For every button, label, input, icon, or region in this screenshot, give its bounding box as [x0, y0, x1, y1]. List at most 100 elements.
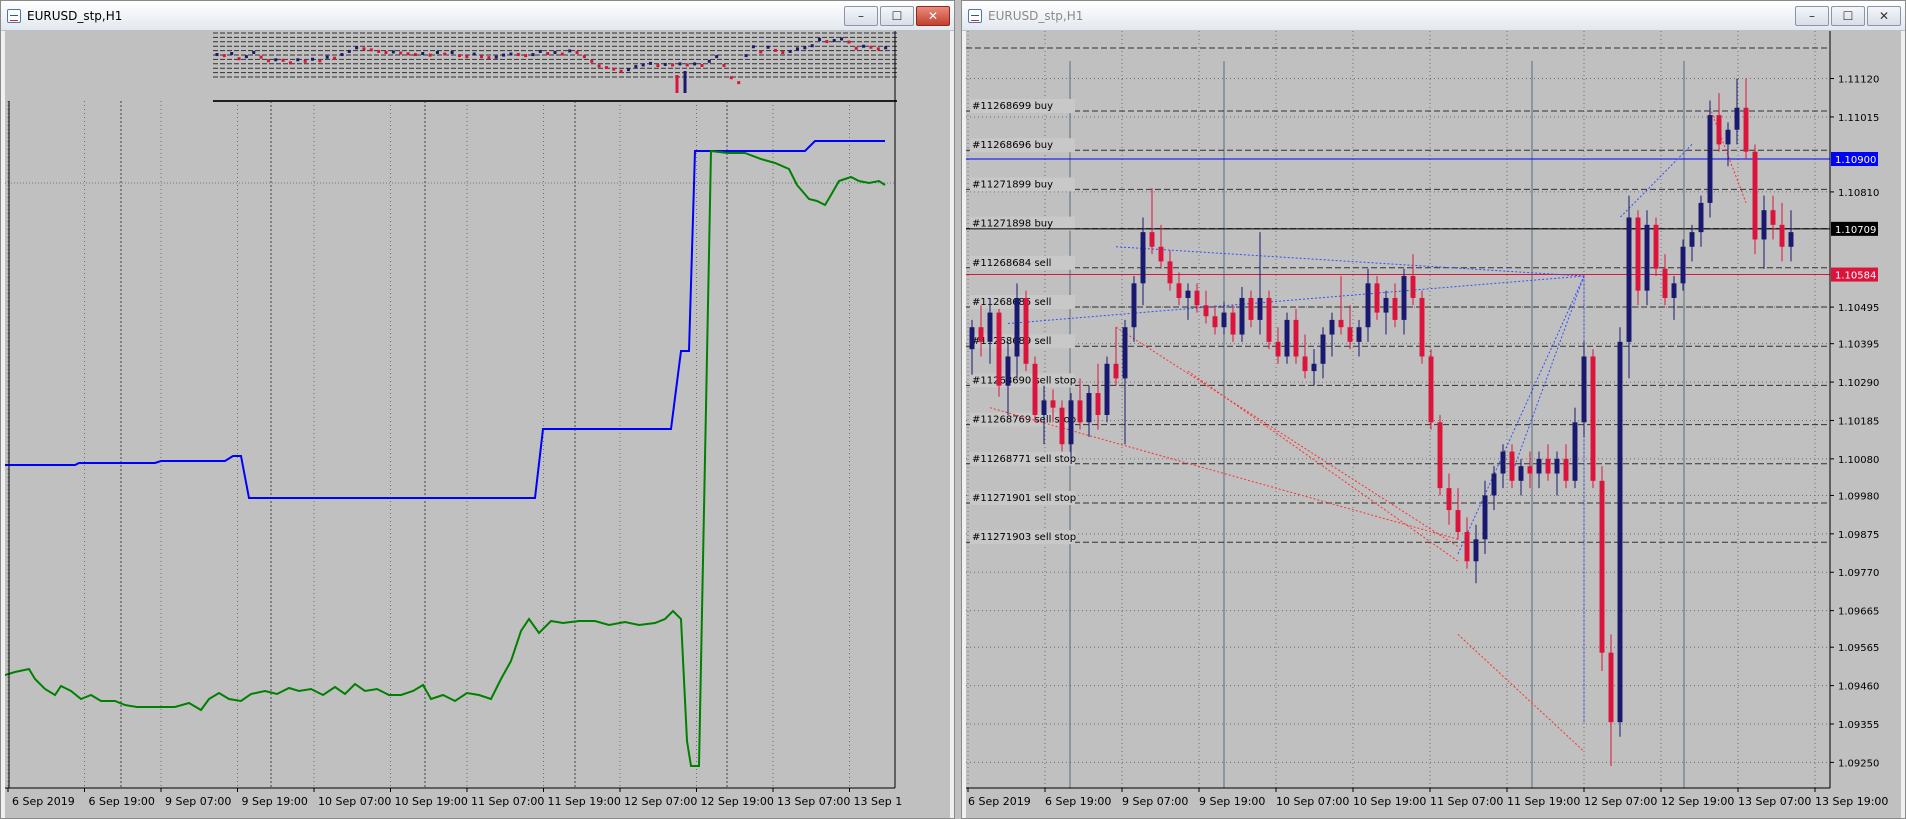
- mini-candle: [604, 66, 608, 70]
- mini-candle: [325, 55, 329, 59]
- bull-candle: [1500, 451, 1506, 474]
- right-chart-canvas[interactable]: 1.11120 1.11015 1.10810 1.10495 1.10395 1.102…: [966, 31, 1901, 818]
- bull-candle: [1311, 363, 1317, 372]
- bull-candle: [1473, 539, 1479, 562]
- mini-candle: [252, 50, 256, 54]
- mini-candle: [413, 53, 417, 57]
- right-chart-area[interactable]: 1.11120 1.11015 1.10810 1.10495 1.10395 1.102…: [966, 31, 1901, 818]
- price-axis-label: 1.09980: [1838, 491, 1879, 502]
- mini-chart-strip: [213, 31, 897, 81]
- time-axis-label: 6 Sep 2019: [12, 795, 75, 808]
- mini-candle: [626, 68, 630, 72]
- bull-candle: [1284, 319, 1290, 357]
- mini-candle: [869, 45, 873, 49]
- bull-candle: [1005, 356, 1011, 386]
- bear-candle: [1419, 297, 1425, 357]
- mini-candle: [384, 50, 388, 54]
- close-button[interactable]: ✕: [916, 6, 950, 26]
- mini-candle: [715, 55, 719, 59]
- time-axis-label: 12 Sep 19:00: [1661, 795, 1734, 808]
- price-axis-label: 1.10395: [1838, 340, 1879, 351]
- mini-candle: [259, 55, 263, 59]
- mini-candle: [575, 50, 579, 54]
- left-window-titlebar[interactable]: EURUSD_stp,H1 – ☐ ✕: [1, 1, 954, 31]
- price-axis-label: 1.09770: [1838, 568, 1879, 579]
- mini-candle: [744, 54, 748, 58]
- mini-candle: [612, 67, 616, 71]
- bull-candle: [1239, 297, 1245, 335]
- bull-candle: [1617, 341, 1623, 723]
- mini-candle: [582, 55, 586, 59]
- time-axis-label: 11 Sep 07:00: [1430, 795, 1503, 808]
- bear-candle: [1410, 276, 1416, 298]
- mini-candle: [465, 55, 469, 59]
- bull-candle: [1320, 334, 1326, 364]
- bull-candle: [1644, 224, 1650, 291]
- mini-candle: [494, 55, 498, 59]
- trade-link-line: [1619, 144, 1693, 218]
- mini-candle: [421, 52, 425, 56]
- close-button[interactable]: ✕: [1867, 6, 1901, 26]
- bear-candle: [1599, 480, 1605, 653]
- order-label: #11268689 sell: [972, 336, 1051, 347]
- trade-link-line: [1457, 634, 1585, 752]
- order-label: #11268771 sell stop: [972, 454, 1076, 465]
- mini-candle: [560, 52, 564, 56]
- mini-candle: [832, 39, 836, 43]
- mini-candle: [531, 53, 535, 57]
- left-chart-window[interactable]: EURUSD_stp,H1 – ☐ ✕ 6 Sep 2019 6 Sep 19:0…: [0, 0, 955, 819]
- order-label: #11271903 sell stop: [972, 532, 1076, 543]
- mini-candle: [729, 76, 733, 80]
- mini-candle: [487, 56, 491, 60]
- trade-link-line: [1115, 246, 1585, 277]
- time-axis-label: 6 Sep 2019: [968, 795, 1031, 808]
- mini-candle: [222, 54, 226, 58]
- bear-candle: [1275, 341, 1281, 357]
- time-axis-label: 9 Sep 19:00: [1199, 795, 1265, 808]
- bull-candle: [1365, 283, 1371, 328]
- mini-candle: [854, 46, 858, 50]
- price-axis-label: 1.10080: [1838, 455, 1879, 466]
- time-axis-label: 6 Sep 19:00: [89, 795, 155, 808]
- bull-candle: [1491, 473, 1497, 496]
- bear-candle: [1248, 297, 1254, 320]
- mini-candle: [663, 62, 667, 66]
- chart-window-icon: [968, 9, 982, 23]
- maximize-button[interactable]: ☐: [880, 6, 914, 26]
- bull-candle: [1221, 312, 1227, 328]
- right-chart-window[interactable]: EURUSD_stp,H1 – ☐ ✕ 1.11120 1.11015 1.1081…: [961, 0, 1906, 819]
- bull-candle: [1761, 210, 1767, 240]
- bear-candle: [1158, 246, 1164, 262]
- bull-candle: [1383, 297, 1389, 313]
- right-window-titlebar[interactable]: EURUSD_stp,H1 – ☐ ✕: [962, 1, 1905, 31]
- mini-candle: [244, 55, 248, 59]
- bull-candle: [1401, 276, 1407, 320]
- maximize-button[interactable]: ☐: [1831, 6, 1865, 26]
- mini-candle: [840, 37, 844, 41]
- bear-candle: [1392, 297, 1398, 320]
- minimize-button[interactable]: –: [1795, 6, 1829, 26]
- bear-candle: [1464, 532, 1470, 562]
- mini-candle: [590, 59, 594, 63]
- bear-candle: [1590, 356, 1596, 481]
- price-axis-label: 1.10185: [1838, 416, 1879, 427]
- order-label: #11268684 sell: [972, 258, 1051, 269]
- mini-candle: [340, 53, 344, 57]
- bull-candle: [1671, 283, 1677, 298]
- bull-candle: [1329, 319, 1335, 335]
- trade-link-line: [1187, 370, 1459, 562]
- mini-candle: [318, 59, 322, 63]
- mini-candle: [700, 63, 704, 67]
- minimize-button[interactable]: –: [844, 6, 878, 26]
- order-label: #11268685 sell: [972, 297, 1051, 308]
- time-axis-label: 11 Sep 19:00: [1507, 795, 1580, 808]
- left-chart-canvas[interactable]: 6 Sep 2019 6 Sep 19:00 9 Sep 07:00 9 Sep 19…: [5, 31, 950, 818]
- mini-candle: [355, 46, 359, 50]
- chart-window-icon: [7, 9, 21, 23]
- order-label: #11271899 buy: [972, 179, 1053, 190]
- left-chart-area[interactable]: 6 Sep 2019 6 Sep 19:00 9 Sep 07:00 9 Sep 19…: [5, 31, 950, 818]
- mini-candle: [274, 58, 278, 62]
- bull-candle: [1104, 363, 1110, 415]
- mini-candle: [751, 45, 755, 49]
- bear-candle: [1059, 407, 1065, 445]
